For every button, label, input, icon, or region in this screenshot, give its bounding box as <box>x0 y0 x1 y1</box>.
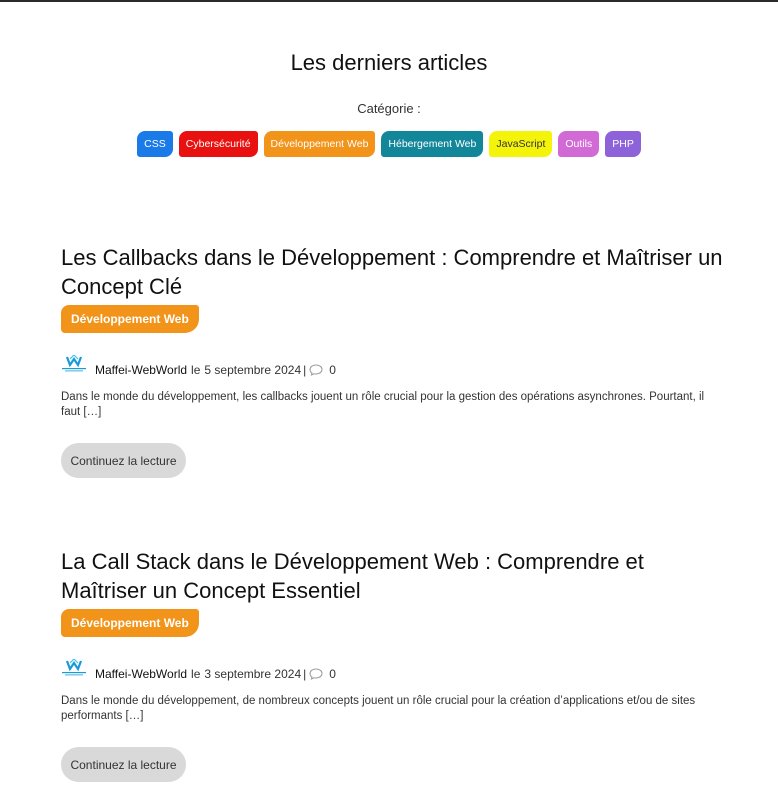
article-meta: Maffei-WebWorld le 3 septembre 2024 | 0 <box>61 659 731 683</box>
category-button-javascript[interactable]: JavaScript <box>489 131 553 157</box>
article-date-prefix: le <box>191 667 201 681</box>
article-date: 5 septembre 2024 <box>204 363 302 377</box>
read-more-button[interactable]: Continuez la lecture <box>61 747 186 782</box>
comment-count[interactable]: 0 <box>329 363 336 377</box>
article-meta: Maffei-WebWorld le 5 septembre 2024 | 0 <box>61 355 731 379</box>
article-excerpt: Dans le monde du développement, les call… <box>61 391 705 418</box>
category-button-php[interactable]: PHP <box>605 131 641 157</box>
maffei-webworld-logo-icon <box>62 659 86 676</box>
maffei-webworld-logo-icon <box>62 355 86 372</box>
article-date-prefix: le <box>191 363 201 377</box>
category-button-hebergement-web[interactable]: Hébergement Web <box>381 131 484 157</box>
article-author[interactable]: Maffei-WebWorld <box>95 363 187 377</box>
article-card: La Call Stack dans le Développement Web … <box>61 547 731 782</box>
meta-separator: | <box>303 363 307 377</box>
category-button-developpement-web[interactable]: Développement Web <box>263 131 376 157</box>
comment-bubble-icon <box>309 668 323 680</box>
article-card: Les Callbacks dans le Développement : Co… <box>61 243 731 478</box>
category-button-outils[interactable]: Outils <box>558 131 600 157</box>
category-filter-bar: CSS Cybersécurité Développement Web Hébe… <box>0 131 778 157</box>
article-author[interactable]: Maffei-WebWorld <box>95 667 187 681</box>
meta-separator: | <box>303 667 307 681</box>
article-category-badge[interactable]: Développement Web <box>61 305 199 333</box>
category-button-cybersecurite[interactable]: Cybersécurité <box>178 131 258 157</box>
article-title[interactable]: La Call Stack dans le Développement Web … <box>61 547 731 605</box>
section-title: Les derniers articles <box>290 50 488 75</box>
read-more-button[interactable]: Continuez la lecture <box>61 443 186 478</box>
article-title[interactable]: Les Callbacks dans le Développement : Co… <box>61 243 731 301</box>
article-date: 3 septembre 2024 <box>204 667 302 681</box>
category-button-css[interactable]: CSS <box>137 131 173 157</box>
comment-count[interactable]: 0 <box>329 667 336 681</box>
category-label: Catégorie : <box>357 101 421 116</box>
article-excerpt: Dans le monde du développement, de nombr… <box>61 695 696 722</box>
top-border <box>0 0 778 2</box>
comment-bubble-icon <box>309 364 323 376</box>
article-category-badge[interactable]: Développement Web <box>61 609 199 637</box>
